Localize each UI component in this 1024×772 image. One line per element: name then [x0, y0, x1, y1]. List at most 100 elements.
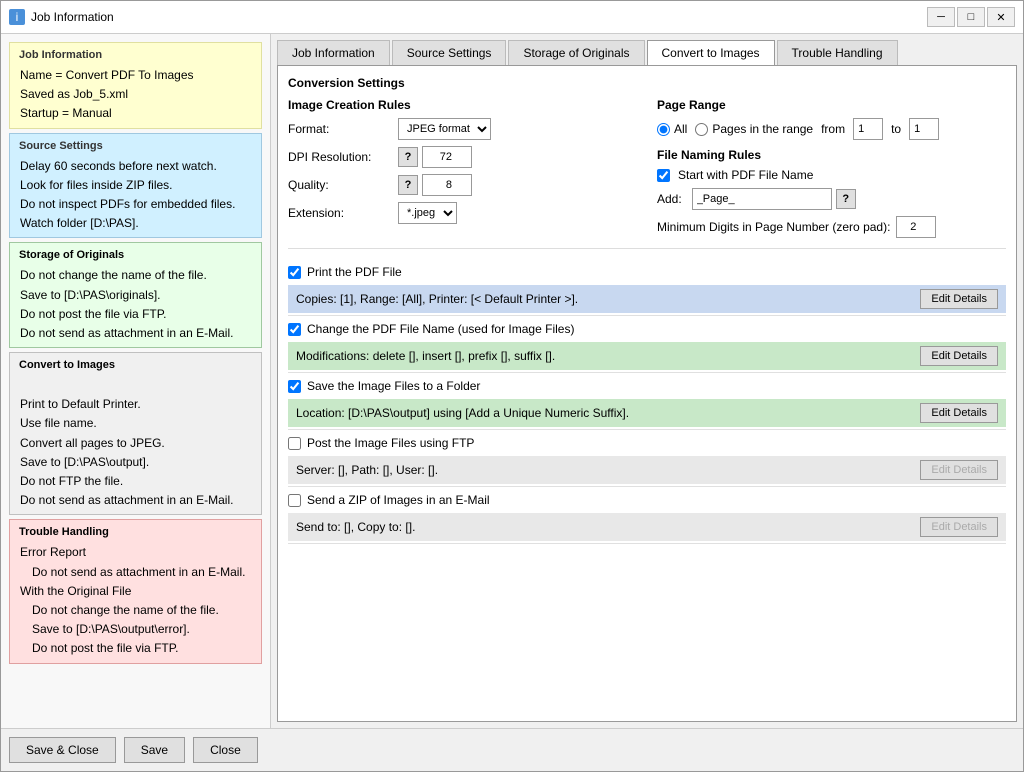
to-input[interactable]: [909, 118, 939, 140]
change-pdf-label: Change the PDF File Name (used for Image…: [307, 322, 574, 336]
convert-section: Convert to Images Print to Default Print…: [9, 352, 262, 515]
extension-select[interactable]: *.jpeg *.jpg: [398, 202, 457, 224]
dpi-help-button[interactable]: ?: [398, 147, 418, 167]
add-input[interactable]: [692, 188, 832, 210]
close-window-button[interactable]: ✕: [987, 7, 1015, 27]
min-digits-input[interactable]: [896, 216, 936, 238]
storage-line: Do not post the file via FTP.: [20, 305, 251, 324]
job-info-title: Job Information: [16, 47, 255, 63]
change-pdf-checkbox[interactable]: [288, 323, 301, 336]
print-pdf-group: Print the PDF File Copies: [1], Range: […: [288, 259, 1006, 316]
quality-label: Quality:: [288, 178, 398, 192]
email-edit-button[interactable]: Edit Details: [920, 517, 998, 537]
ftp-detail: Server: [], Path: [], User: []. Edit Det…: [288, 456, 1006, 484]
pages-radio[interactable]: [695, 123, 708, 136]
from-label: from: [821, 122, 845, 136]
quality-control: ?: [398, 174, 472, 196]
right-settings-group: Page Range All Pages in the range: [657, 98, 1006, 238]
storage-line: Do not change the name of the file.: [20, 266, 251, 285]
min-digits-label: Minimum Digits in Page Number (zero pad)…: [657, 220, 890, 234]
format-select[interactable]: JPEG format PNG format TIFF format: [398, 118, 491, 140]
bottom-bar: Save & Close Save Close: [1, 728, 1023, 771]
add-help-button[interactable]: ?: [836, 189, 856, 209]
trouble-line: With the Original File: [20, 582, 251, 601]
left-panel: Job Information Name = Convert PDF To Im…: [1, 34, 271, 728]
quality-input[interactable]: [422, 174, 472, 196]
email-group: Send a ZIP of Images in an E-Mail Send t…: [288, 487, 1006, 544]
email-label: Send a ZIP of Images in an E-Mail: [307, 493, 490, 507]
trouble-line: Do not post the file via FTP.: [20, 639, 251, 658]
start-with-pdf-checkbox[interactable]: [657, 169, 670, 182]
ftp-checkbox[interactable]: [288, 437, 301, 450]
trouble-line: Do not send as attachment in an E-Mail.: [20, 563, 251, 582]
convert-line: [20, 376, 251, 395]
dpi-input[interactable]: [422, 146, 472, 168]
extension-label: Extension:: [288, 206, 398, 220]
save-button[interactable]: Save: [124, 737, 185, 763]
source-settings-line: Delay 60 seconds before next watch.: [20, 157, 251, 176]
page-range-options: All Pages in the range from to: [657, 118, 1006, 140]
job-info-section: Job Information Name = Convert PDF To Im…: [9, 42, 262, 129]
trouble-content: Error Report Do not send as attachment i…: [16, 543, 255, 658]
save-close-button[interactable]: Save & Close: [9, 737, 116, 763]
email-checkbox[interactable]: [288, 494, 301, 507]
maximize-button[interactable]: □: [957, 7, 985, 27]
ftp-row: Post the Image Files using FTP: [288, 430, 1006, 456]
settings-columns: Image Creation Rules Format: JPEG format…: [288, 98, 1006, 238]
all-radio-label: All: [657, 122, 687, 136]
add-label: Add:: [657, 192, 682, 206]
quality-help-button[interactable]: ?: [398, 175, 418, 195]
main-window: i Job Information ─ □ ✕ Job Information …: [0, 0, 1024, 772]
source-settings-title: Source Settings: [16, 138, 255, 154]
main-content: Job Information Name = Convert PDF To Im…: [1, 34, 1023, 728]
all-label: All: [674, 122, 687, 136]
tab-source-settings[interactable]: Source Settings: [392, 40, 507, 65]
save-image-checkbox[interactable]: [288, 380, 301, 393]
save-image-detail: Location: [D:\PAS\output] using [Add a U…: [288, 399, 1006, 427]
save-image-group: Save the Image Files to a Folder Locatio…: [288, 373, 1006, 430]
start-with-pdf-row: Start with PDF File Name: [657, 168, 1006, 182]
change-pdf-detail: Modifications: delete [], insert [], pre…: [288, 342, 1006, 370]
title-bar: i Job Information ─ □ ✕: [1, 1, 1023, 34]
close-button[interactable]: Close: [193, 737, 258, 763]
job-info-line: Name = Convert PDF To Images: [20, 66, 251, 85]
change-pdf-group: Change the PDF File Name (used for Image…: [288, 316, 1006, 373]
source-settings-line: Watch folder [D:\PAS].: [20, 214, 251, 233]
format-row: Format: JPEG format PNG format TIFF form…: [288, 118, 637, 140]
print-pdf-detail: Copies: [1], Range: [All], Printer: [< D…: [288, 285, 1006, 313]
job-info-content: Name = Convert PDF To Images Saved as Jo…: [16, 66, 255, 124]
email-row: Send a ZIP of Images in an E-Mail: [288, 487, 1006, 513]
trouble-line: Error Report: [20, 543, 251, 562]
source-settings-line: Do not inspect PDFs for embedded files.: [20, 195, 251, 214]
print-pdf-edit-button[interactable]: Edit Details: [920, 289, 998, 309]
from-input[interactable]: [853, 118, 883, 140]
convert-content: Print to Default Printer. Use file name.…: [16, 376, 255, 510]
format-control: JPEG format PNG format TIFF format: [398, 118, 491, 140]
right-panel: Job Information Source Settings Storage …: [271, 34, 1023, 728]
window-icon: i: [9, 9, 25, 25]
source-settings-line: Look for files inside ZIP files.: [20, 176, 251, 195]
image-creation-rules: Image Creation Rules Format: JPEG format…: [288, 98, 637, 238]
minimize-button[interactable]: ─: [927, 7, 955, 27]
image-creation-title: Image Creation Rules: [288, 98, 637, 112]
file-naming-rules: File Naming Rules Start with PDF File Na…: [657, 148, 1006, 238]
convert-line: Do not send as attachment in an E-Mail.: [20, 491, 251, 510]
storage-title: Storage of Originals: [16, 247, 255, 263]
print-pdf-checkbox[interactable]: [288, 266, 301, 279]
save-image-edit-button[interactable]: Edit Details: [920, 403, 998, 423]
action-items: Print the PDF File Copies: [1], Range: […: [288, 248, 1006, 544]
save-image-detail-text: Location: [D:\PAS\output] using [Add a U…: [296, 406, 629, 420]
file-naming-title: File Naming Rules: [657, 148, 1006, 162]
all-radio[interactable]: [657, 123, 670, 136]
extension-row: Extension: *.jpeg *.jpg: [288, 202, 637, 224]
change-pdf-edit-button[interactable]: Edit Details: [920, 346, 998, 366]
storage-section: Storage of Originals Do not change the n…: [9, 242, 262, 348]
tab-job-information[interactable]: Job Information: [277, 40, 390, 65]
save-image-row: Save the Image Files to a Folder: [288, 373, 1006, 399]
convert-title: Convert to Images: [16, 357, 255, 373]
tab-storage-originals[interactable]: Storage of Originals: [508, 40, 644, 65]
ftp-edit-button[interactable]: Edit Details: [920, 460, 998, 480]
tab-convert-to-images[interactable]: Convert to Images: [647, 40, 775, 65]
print-pdf-detail-text: Copies: [1], Range: [All], Printer: [< D…: [296, 292, 578, 306]
tab-trouble-handling[interactable]: Trouble Handling: [777, 40, 898, 65]
